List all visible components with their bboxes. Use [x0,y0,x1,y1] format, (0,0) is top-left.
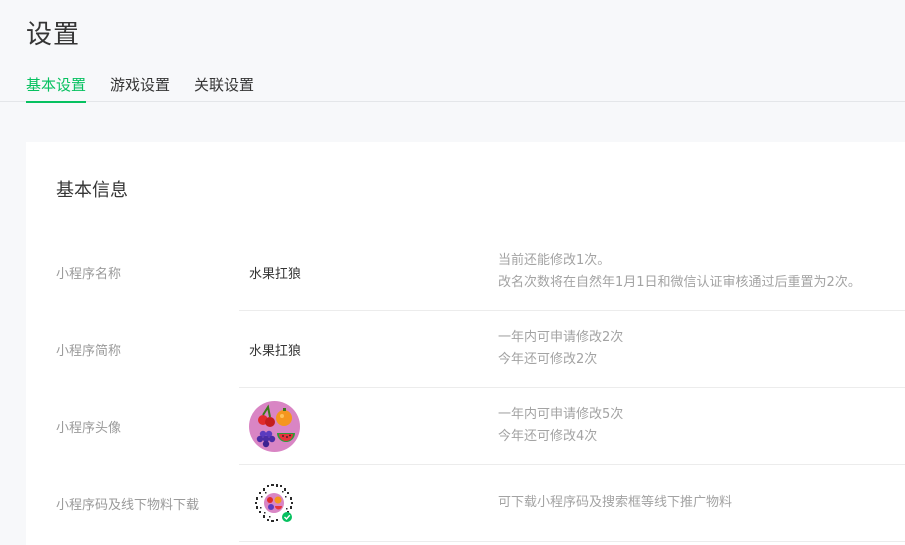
basic-info-card: 基本信息 小程序名称 水果扛狼 当前还能修改1次。 改名次数将在自然年1月1日和… [26,142,905,545]
desc-line: 改名次数将在自然年1月1日和微信认证审核通过后重置为2次。 [498,275,861,290]
row-label: 小程序名称 [56,266,122,282]
settings-page: 设置 基本设置 游戏设置 关联设置 基本信息 小程序名称 水果扛狼 当前还能修改… [0,0,905,545]
row-mini-program-short-name: 小程序简称 水果扛狼 一年内可申请修改2次 今年还可修改2次 [26,311,905,388]
mini-program-name-value: 水果扛狼 [249,266,302,282]
desc-line: 当前还能修改1次。 [498,253,611,268]
desc-line: 一年内可申请修改5次 [498,407,624,422]
avatar-cell [249,388,300,464]
desc-line: 今年还可修改2次 [498,352,598,367]
tab-game-settings[interactable]: 游戏设置 [110,74,170,102]
row-desc: 一年内可申请修改5次 今年还可修改4次 [498,388,623,464]
row-mini-program-name: 小程序名称 水果扛狼 当前还能修改1次。 改名次数将在自然年1月1日和微信认证审… [26,234,905,311]
code-cell [249,465,299,541]
row-mini-program-code: 小程序码及线下物料下载 可下载小程序码及搜索框等线下推广物料 [26,465,905,542]
row-divider [239,541,905,542]
mini-program-code-icon[interactable] [249,478,299,528]
page-title: 设置 [26,20,81,50]
tab-basic-settings[interactable]: 基本设置 [26,74,87,103]
row-desc: 可下载小程序码及搜索框等线下推广物料 [498,465,732,541]
row-mini-program-avatar: 小程序头像 一年内可申请修改5次 今年还可修改4次 [26,388,905,465]
row-desc: 当前还能修改1次。 改名次数将在自然年1月1日和微信认证审核通过后重置为2次。 [498,234,861,310]
row-label: 小程序码及线下物料下载 [56,497,200,513]
row-label: 小程序头像 [56,420,122,436]
fruit-avatar-icon [249,400,300,452]
row-desc: 一年内可申请修改2次 今年还可修改2次 [498,311,623,387]
desc-line: 今年还可修改4次 [498,429,598,444]
desc-line: 一年内可申请修改2次 [498,330,624,345]
tab-bar: 基本设置 游戏设置 关联设置 [0,70,905,103]
mini-program-short-name-value: 水果扛狼 [249,343,302,359]
card-title: 基本信息 [56,180,128,201]
tab-linked-settings[interactable]: 关联设置 [194,74,254,102]
desc-line: 可下载小程序码及搜索框等线下推广物料 [498,495,733,510]
row-label: 小程序简称 [56,343,122,359]
